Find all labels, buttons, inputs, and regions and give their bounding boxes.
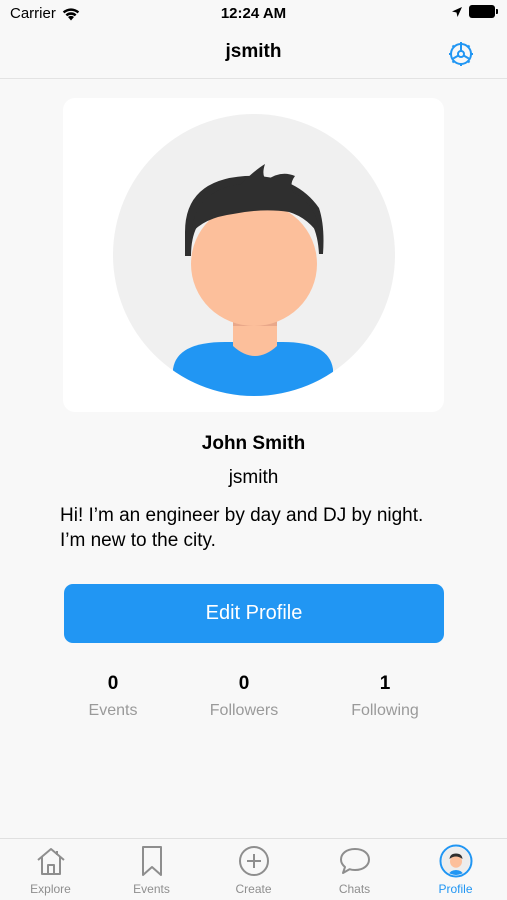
tab-create-label: Create [235,882,272,896]
tab-explore-label: Explore [30,882,71,896]
status-bar: Carrier 12:24 AM [0,0,507,30]
profile-name: John Smith [201,433,306,454]
tab-profile-label: Profile [438,882,473,896]
tab-explore[interactable]: Explore [0,839,101,900]
stat-followers[interactable]: 0 Followers [184,673,304,720]
stat-following-label: Following [351,702,419,719]
stat-followers-label: Followers [209,702,279,719]
status-right [451,5,498,18]
battery-icon [469,5,498,18]
edit-profile-button[interactable]: Edit Profile [64,584,444,643]
navigation-bar: jsmith [0,30,507,79]
tab-chats-label: Chats [338,882,371,896]
plus-circle-icon [238,846,269,876]
bookmark-icon [141,846,162,876]
tab-profile[interactable]: Profile [405,839,506,900]
chat-bubble-icon [339,848,370,874]
profile-username: jsmith [228,467,279,488]
settings-button[interactable] [445,38,477,70]
stat-events-value: 0 [107,673,119,694]
status-time: 12:24 AM [220,5,287,22]
avatar-card [63,98,444,412]
stat-following-value: 1 [379,673,391,694]
tab-events[interactable]: Events [101,839,202,900]
profile-bio: Hi! I’m an engineer by day and DJ by nig… [60,505,424,551]
settings-gear-icon [449,42,473,66]
stat-following[interactable]: 1 Following [325,673,445,720]
tab-create[interactable]: Create [203,839,304,900]
stat-events-label: Events [88,702,138,719]
stat-events[interactable]: 0 Events [53,673,173,720]
location-arrow-icon [452,6,462,17]
avatar[interactable] [113,114,395,396]
tab-events-label: Events [133,882,170,896]
page-title: jsmith [225,41,282,62]
home-icon [36,848,65,875]
stat-followers-value: 0 [238,673,250,694]
profile-avatar-icon [439,844,472,878]
tab-bar: Explore Events Create Chats Profile [0,838,507,900]
tab-chats[interactable]: Chats [304,839,405,900]
